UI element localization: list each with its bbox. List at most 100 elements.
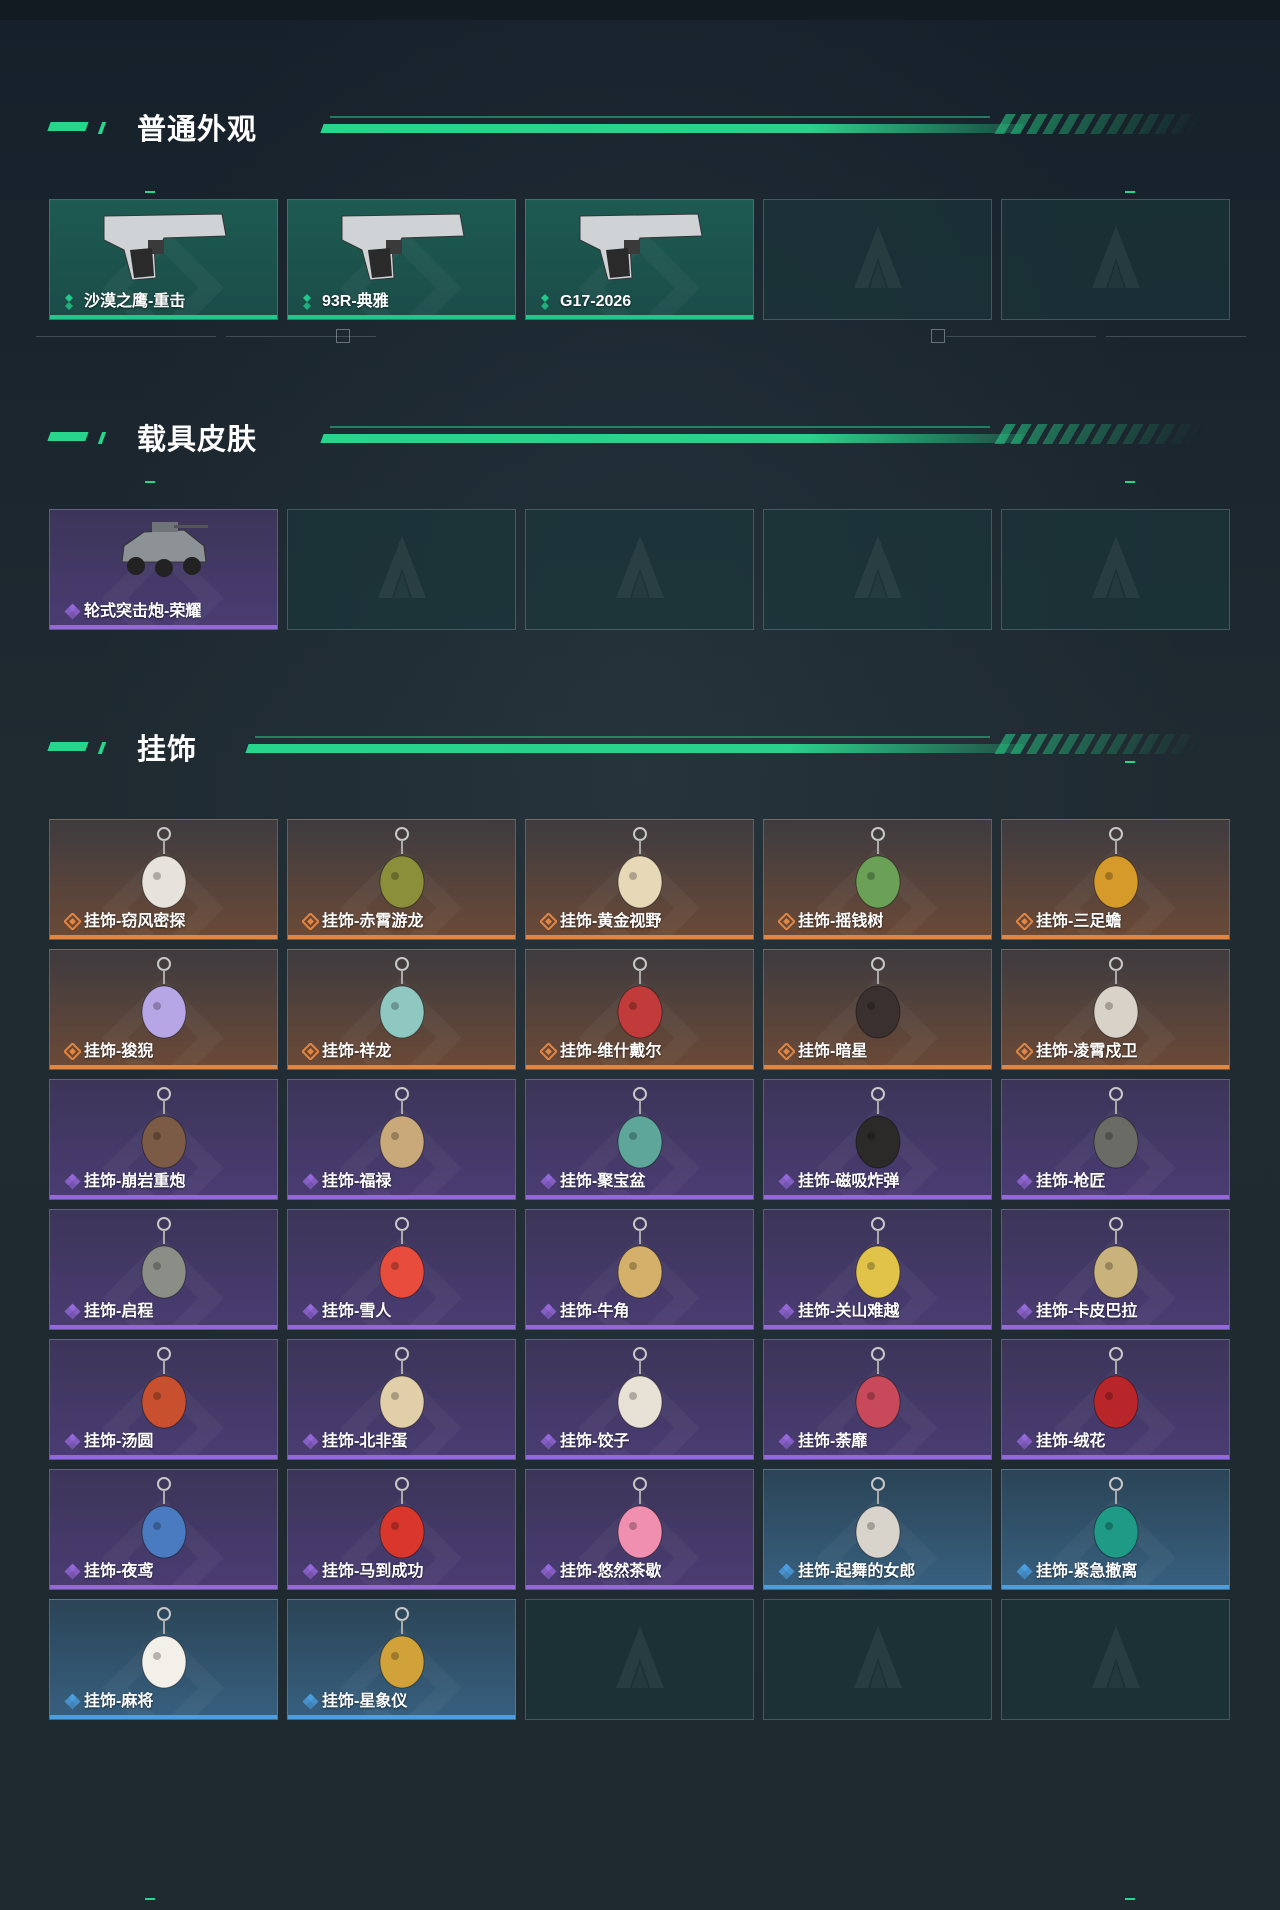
rarity-purple-icon	[540, 1173, 557, 1190]
item-card[interactable]: 挂饰-窃风密探	[49, 819, 278, 940]
item-card[interactable]: 沙漠之鹰-重击	[49, 199, 278, 320]
pistol-icon	[332, 206, 472, 291]
rarity-purple-icon	[778, 1303, 795, 1320]
item-card[interactable]: 挂饰-凌霄戍卫	[1001, 949, 1230, 1070]
item-card[interactable]: G17-2026	[525, 199, 754, 320]
item-name: 挂饰-磁吸炸弹	[798, 1173, 900, 1190]
item-card[interactable]: 挂饰-悠然茶歇	[525, 1469, 754, 1590]
item-card[interactable]: 挂饰-启程	[49, 1209, 278, 1330]
item-card[interactable]: 挂饰-雪人	[287, 1209, 516, 1330]
rarity-purple-icon	[64, 1433, 81, 1450]
rarity-purple-icon	[64, 1173, 81, 1190]
corner-tick	[1125, 1898, 1135, 1900]
corner-tick	[1125, 191, 1135, 193]
item-card[interactable]: 挂饰-马到成功	[287, 1469, 516, 1590]
rarity-blue-icon	[778, 1563, 795, 1580]
header-dash	[97, 122, 107, 134]
rarity-stripe	[288, 1455, 515, 1459]
item-name: 挂饰-维什戴尔	[560, 1043, 662, 1060]
empty-slot	[1001, 509, 1230, 630]
rarity-stripe	[50, 1585, 277, 1589]
item-card[interactable]: 挂饰-汤圆	[49, 1339, 278, 1460]
item-name: 轮式突击炮-荣耀	[84, 603, 202, 620]
rarity-stripe	[764, 1325, 991, 1329]
item-name: 挂饰-北非蛋	[322, 1433, 408, 1450]
item-name: 挂饰-枪匠	[1036, 1173, 1106, 1190]
header-bar-thin	[330, 426, 990, 428]
item-card[interactable]: 挂饰-北非蛋	[287, 1339, 516, 1460]
rarity-stripe	[526, 1325, 753, 1329]
rarity-blue-icon	[1016, 1563, 1033, 1580]
rarity-stripe	[288, 1585, 515, 1589]
header-bar	[245, 744, 1024, 753]
item-card[interactable]: 挂饰-关山难越	[763, 1209, 992, 1330]
rarity-green-icon	[540, 293, 557, 310]
section-title: 载具皮肤	[137, 424, 258, 456]
item-card[interactable]: 挂饰-磁吸炸弹	[763, 1079, 992, 1200]
rarity-green-icon	[302, 293, 319, 310]
item-card[interactable]: 挂饰-星象仪	[287, 1599, 516, 1720]
item-card[interactable]: 挂饰-福禄	[287, 1079, 516, 1200]
item-card[interactable]: 挂饰-起舞的女郎	[763, 1469, 992, 1590]
item-card[interactable]: 挂饰-祥龙	[287, 949, 516, 1070]
item-name: 挂饰-启程	[84, 1303, 154, 1320]
section-header: 普通外观	[0, 98, 1280, 158]
item-card[interactable]: 挂饰-夜鸢	[49, 1469, 278, 1590]
rarity-stripe	[50, 1455, 277, 1459]
item-card[interactable]: 轮式突击炮-荣耀	[49, 509, 278, 630]
item-card[interactable]: 挂饰-赤霄游龙	[287, 819, 516, 940]
empty-slot	[1001, 1599, 1230, 1720]
item-name: 挂饰-绒花	[1036, 1433, 1106, 1450]
rarity-blue-icon	[302, 1693, 319, 1710]
corner-tick	[145, 191, 155, 193]
item-name: 挂饰-凌霄戍卫	[1036, 1043, 1138, 1060]
rarity-purple-icon	[778, 1433, 795, 1450]
item-card[interactable]: 挂饰-黄金视野	[525, 819, 754, 940]
header-dash	[47, 432, 89, 441]
section-header: 挂饰	[0, 718, 1280, 778]
item-card[interactable]: 挂饰-牛角	[525, 1209, 754, 1330]
rarity-orange-icon	[63, 912, 82, 931]
rarity-purple-icon	[540, 1433, 557, 1450]
rarity-stripe	[1002, 1195, 1229, 1199]
item-card[interactable]: 挂饰-狻猊	[49, 949, 278, 1070]
empty-slot	[525, 509, 754, 630]
rarity-stripe	[288, 1195, 515, 1199]
pistol-icon	[570, 206, 710, 291]
item-card[interactable]: 挂饰-饺子	[525, 1339, 754, 1460]
item-card[interactable]: 挂饰-麻将	[49, 1599, 278, 1720]
item-name: 挂饰-悠然茶歇	[560, 1563, 662, 1580]
item-name: 挂饰-崩岩重炮	[84, 1173, 186, 1190]
corner-tick	[1125, 481, 1135, 483]
item-card[interactable]: 挂饰-崩岩重炮	[49, 1079, 278, 1200]
item-card[interactable]: 93R-典雅	[287, 199, 516, 320]
item-name: 挂饰-紧急撤离	[1036, 1563, 1138, 1580]
rarity-purple-icon	[64, 1303, 81, 1320]
armored-vehicle-icon	[114, 516, 214, 591]
item-card[interactable]: 挂饰-摇钱树	[763, 819, 992, 940]
rarity-stripe	[764, 1065, 991, 1069]
rarity-purple-icon	[1016, 1303, 1033, 1320]
item-name: 挂饰-牛角	[560, 1303, 630, 1320]
item-card[interactable]: 挂饰-荼靡	[763, 1339, 992, 1460]
section-title: 普通外观	[137, 114, 258, 146]
header-dash	[97, 742, 107, 754]
item-name: 挂饰-狻猊	[84, 1043, 154, 1060]
rarity-purple-icon	[64, 1563, 81, 1580]
item-card[interactable]: 挂饰-聚宝盆	[525, 1079, 754, 1200]
item-card[interactable]: 挂饰-维什戴尔	[525, 949, 754, 1070]
rarity-stripe	[288, 315, 515, 319]
item-name: 挂饰-汤圆	[84, 1433, 154, 1450]
item-card[interactable]: 挂饰-卡皮巴拉	[1001, 1209, 1230, 1330]
item-card[interactable]: 挂饰-绒花	[1001, 1339, 1230, 1460]
item-card[interactable]: 挂饰-暗星	[763, 949, 992, 1070]
item-name: 沙漠之鹰-重击	[84, 293, 186, 310]
rarity-stripe	[526, 1195, 753, 1199]
item-card[interactable]: 挂饰-三足蟾	[1001, 819, 1230, 940]
empty-slot	[287, 509, 516, 630]
header-bar	[320, 434, 1024, 443]
item-card[interactable]: 挂饰-枪匠	[1001, 1079, 1230, 1200]
rarity-stripe	[50, 1065, 277, 1069]
item-card[interactable]: 挂饰-紧急撤离	[1001, 1469, 1230, 1590]
item-name: 挂饰-荼靡	[798, 1433, 868, 1450]
